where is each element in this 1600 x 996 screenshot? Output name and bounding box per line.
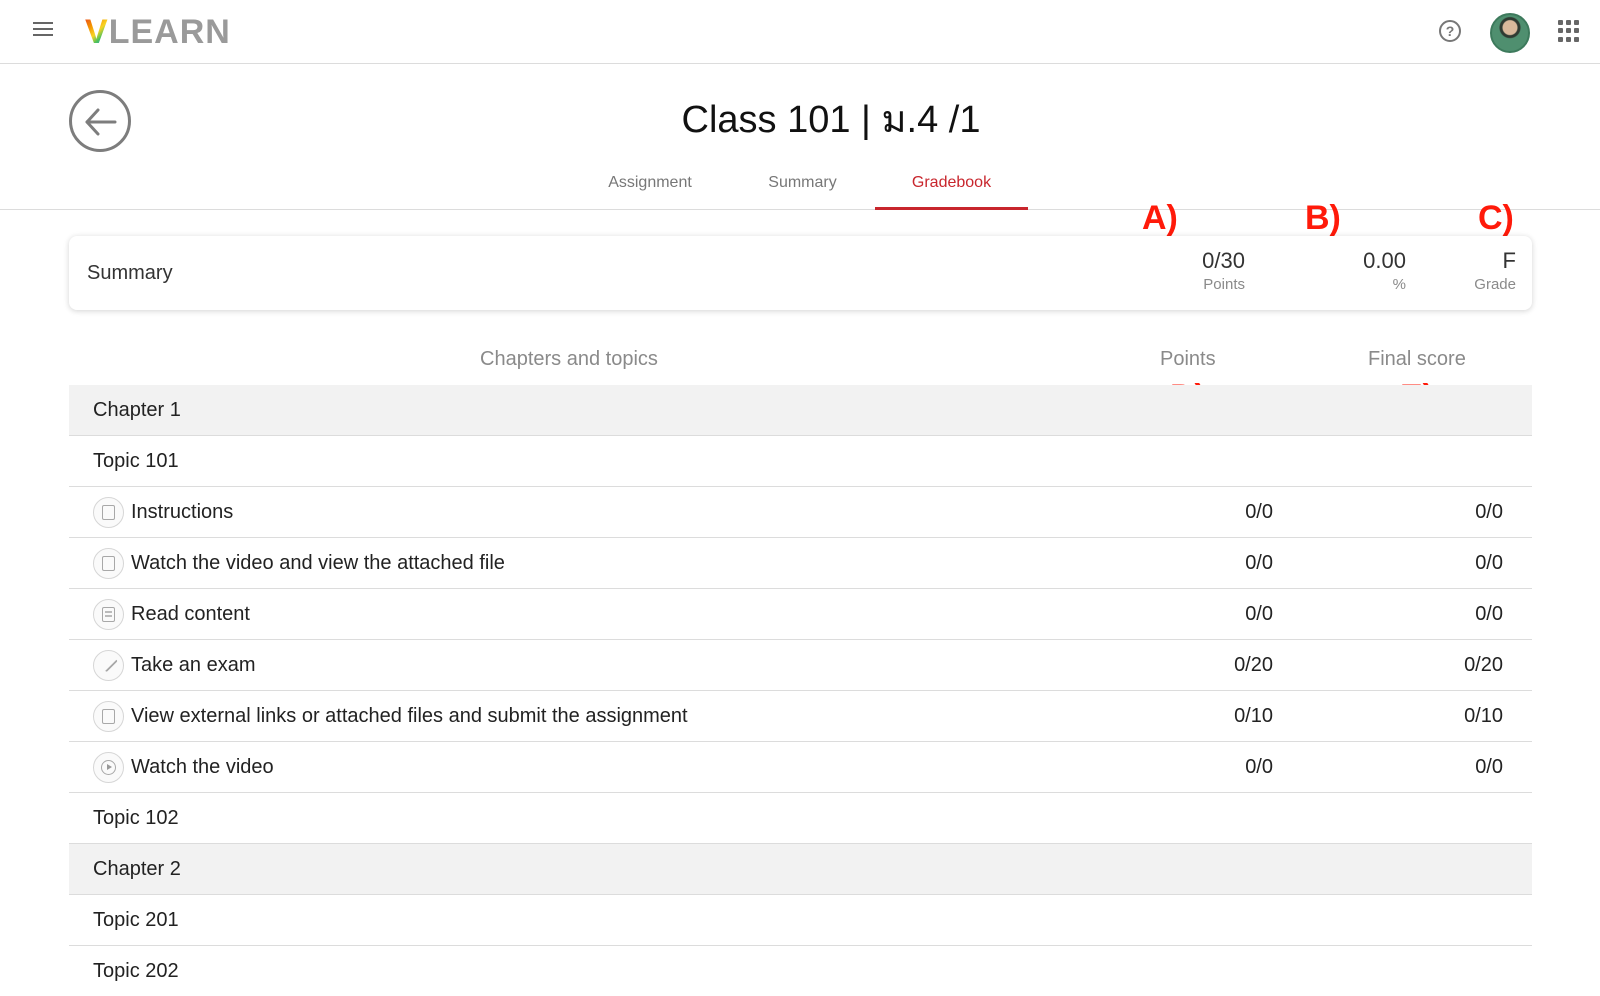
percent-caption: % xyxy=(1392,276,1406,293)
item-row[interactable]: Take an exam 0/20 0/20 xyxy=(69,640,1532,691)
item-name: Read content xyxy=(131,603,250,625)
clipboard-icon xyxy=(93,548,124,579)
topic-row[interactable]: Topic 101 xyxy=(69,436,1532,487)
avatar[interactable] xyxy=(1490,13,1530,53)
grade-caption: Grade xyxy=(1474,276,1516,293)
play-icon xyxy=(93,752,124,783)
clipboard-icon xyxy=(93,497,124,528)
grade-stat: F Grade xyxy=(1474,248,1516,296)
topic-row[interactable]: Topic 102 xyxy=(69,793,1532,844)
points-stat: 0/30 Points xyxy=(1202,248,1245,296)
item-points: 0/0 xyxy=(1245,603,1273,625)
chapter-name: Chapter 1 xyxy=(93,399,181,421)
item-final-score: 0/0 xyxy=(1475,603,1503,625)
item-row[interactable]: Watch the video 0/0 0/0 xyxy=(69,742,1532,793)
item-name: View external links or attached files an… xyxy=(131,705,688,727)
topic-row[interactable]: Topic 202 xyxy=(69,946,1532,996)
item-name: Watch the video and view the attached fi… xyxy=(131,552,505,574)
menu-icon[interactable] xyxy=(33,22,53,38)
tab-assignment[interactable]: Assignment xyxy=(580,174,720,209)
item-final-score: 0/20 xyxy=(1464,654,1503,676)
item-name: Watch the video xyxy=(131,756,274,778)
topic-name: Topic 202 xyxy=(93,960,179,982)
item-final-score: 0/0 xyxy=(1475,552,1503,574)
summary-card: Summary 0/30 Points 0.00 % F Grade xyxy=(69,236,1532,310)
annotation-a: A) xyxy=(1142,199,1178,237)
gradebook-table: Chapter 1 Topic 101 Instructions 0/0 0/0… xyxy=(69,385,1532,996)
item-row[interactable]: View external links or attached files an… xyxy=(69,691,1532,742)
item-points: 0/10 xyxy=(1234,705,1273,727)
item-points: 0/0 xyxy=(1245,552,1273,574)
topic-name: Topic 101 xyxy=(93,450,179,472)
tab-summary[interactable]: Summary xyxy=(730,174,875,209)
chapter-row[interactable]: Chapter 1 xyxy=(69,385,1532,436)
clipboard-icon xyxy=(93,701,124,732)
tab-gradebook[interactable]: Gradebook xyxy=(875,174,1028,210)
annotation-b: B) xyxy=(1305,199,1341,237)
item-name: Instructions xyxy=(131,501,234,523)
logo-text: LEARN xyxy=(108,13,231,51)
annotation-c: C) xyxy=(1478,199,1514,237)
summary-label: Summary xyxy=(87,262,173,284)
item-row[interactable]: Read content 0/0 0/0 xyxy=(69,589,1532,640)
chapter-name: Chapter 2 xyxy=(93,858,181,880)
item-row[interactable]: Instructions 0/0 0/0 xyxy=(69,487,1532,538)
item-final-score: 0/0 xyxy=(1475,501,1503,523)
logo-letter-v: V xyxy=(85,13,109,51)
chapter-row[interactable]: Chapter 2 xyxy=(69,844,1532,895)
column-header-final-score: Final score xyxy=(1368,348,1466,370)
column-header-points: Points xyxy=(1160,348,1216,370)
document-icon xyxy=(93,599,124,630)
help-icon[interactable]: ? xyxy=(1439,20,1461,42)
pencil-icon xyxy=(93,650,124,681)
item-points: 0/20 xyxy=(1234,654,1273,676)
points-caption: Points xyxy=(1203,276,1245,293)
item-points: 0/0 xyxy=(1245,756,1273,778)
item-final-score: 0/0 xyxy=(1475,756,1503,778)
points-value: 0/30 xyxy=(1202,248,1245,273)
topic-name: Topic 201 xyxy=(93,909,179,931)
page-title: Class 101 | ม.4 /1 xyxy=(681,99,981,141)
grade-value: F xyxy=(1502,248,1516,273)
vlearn-logo[interactable]: VLEARN xyxy=(85,12,231,52)
item-name: Take an exam xyxy=(131,654,256,676)
column-header-topics: Chapters and topics xyxy=(480,348,658,370)
item-row[interactable]: Watch the video and view the attached fi… xyxy=(69,538,1532,589)
top-bar: VLEARN ? xyxy=(0,0,1600,64)
tab-bar: Assignment Summary Gradebook xyxy=(0,160,1600,210)
apps-grid-icon[interactable] xyxy=(1558,20,1580,42)
topic-row[interactable]: Topic 201 xyxy=(69,895,1532,946)
topic-name: Topic 102 xyxy=(93,807,179,829)
percent-value: 0.00 xyxy=(1363,248,1406,273)
item-points: 0/0 xyxy=(1245,501,1273,523)
percent-stat: 0.00 % xyxy=(1363,248,1406,296)
item-final-score: 0/10 xyxy=(1464,705,1503,727)
